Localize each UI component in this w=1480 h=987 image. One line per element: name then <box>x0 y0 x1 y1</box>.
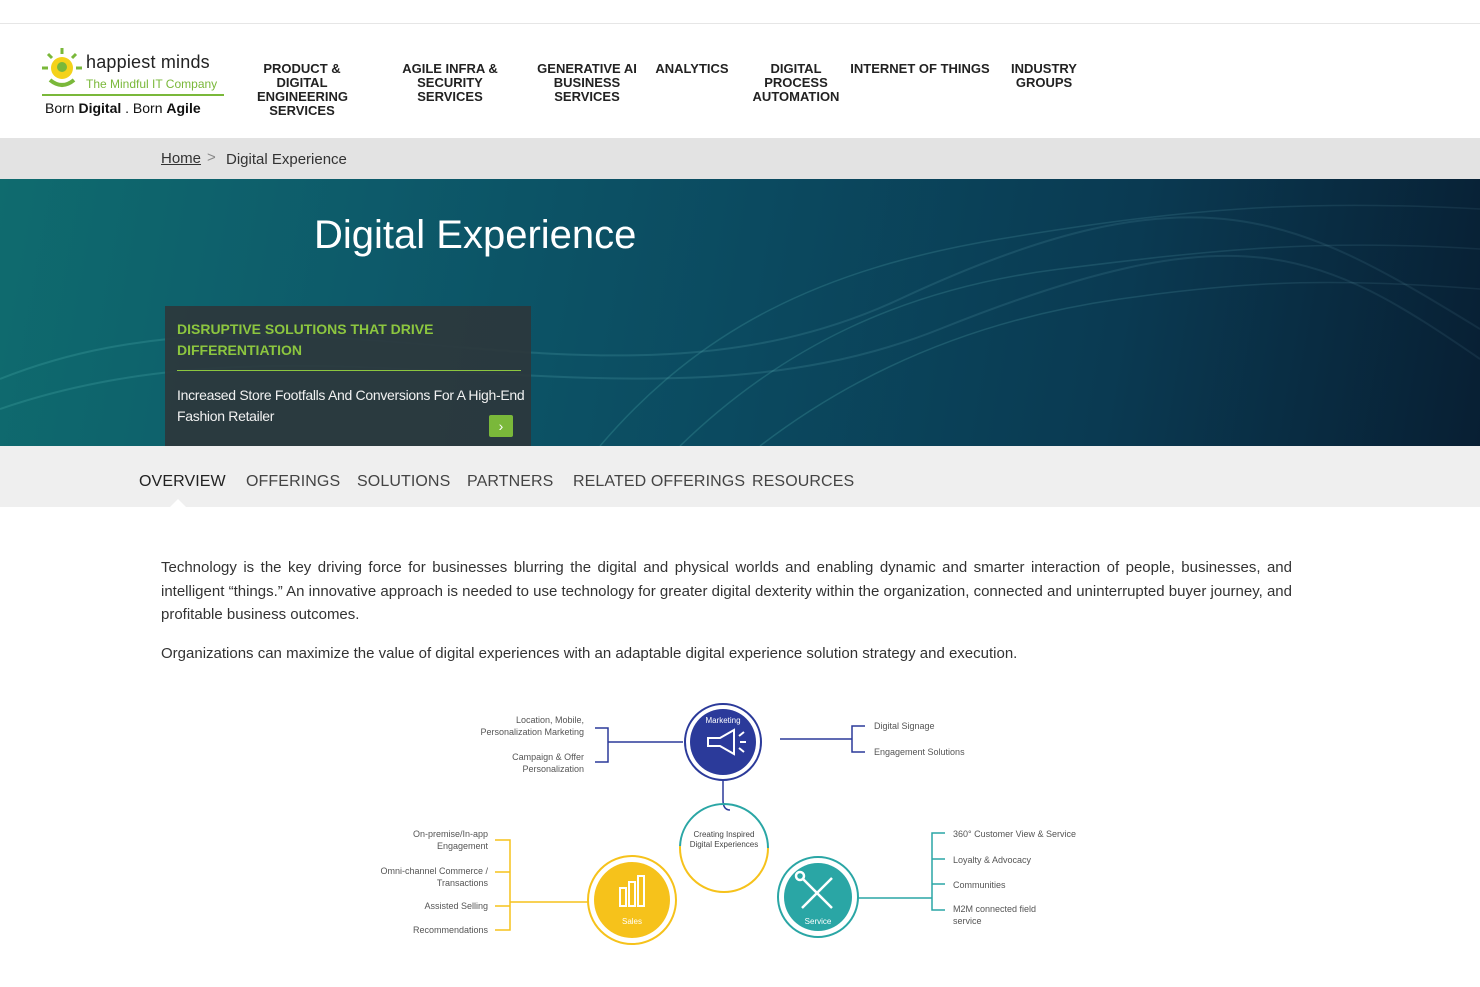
breadcrumb-current: Digital Experience <box>226 151 347 168</box>
sales-label-3: Assisted Selling <box>424 901 488 911</box>
case-study-divider <box>177 370 521 371</box>
logo-divider <box>42 94 224 96</box>
nav-analytics[interactable]: ANALYTICS <box>655 62 729 76</box>
tab-solutions[interactable]: SOLUTIONS <box>357 473 450 491</box>
top-strip <box>0 0 1480 24</box>
nav-digital-process-automation[interactable]: DIGITAL PROCESS AUTOMATION <box>751 62 841 104</box>
nav-product-digital-engineering[interactable]: PRODUCT & DIGITAL ENGINEERING SERVICES <box>257 62 348 118</box>
tab-offerings[interactable]: OFFERINGS <box>246 473 340 491</box>
tab-partners[interactable]: PARTNERS <box>467 473 553 491</box>
hero-banner: Digital Experience DISRUPTIVE SOLUTIONS … <box>0 179 1480 446</box>
hero-title: Digital Experience <box>314 213 637 257</box>
overview-paragraph-1: Technology is the key driving force for … <box>161 559 1292 623</box>
site-header: happiest minds The Mindful IT Company Bo… <box>0 24 1480 138</box>
sales-label-4: Recommendations <box>412 925 488 935</box>
logo-slogan: Born Digital . Born Agile <box>45 100 201 116</box>
center-caption: Creating Inspired Digital Experiences <box>689 830 759 849</box>
service-label-1: 360° Customer View & Service <box>953 829 1076 839</box>
sales-label-2: Omni-channel Commerce / Transactions <box>380 866 488 888</box>
tab-related-offerings[interactable]: RELATED OFFERINGS <box>573 473 745 491</box>
case-study-card: DISRUPTIVE SOLUTIONS THAT DRIVE DIFFEREN… <box>165 306 531 446</box>
breadcrumb-separator-icon: > <box>207 149 216 166</box>
company-logo[interactable]: happiest minds The Mindful IT Company Bo… <box>40 46 226 118</box>
service-caption: Service <box>804 917 832 926</box>
logo-tagline: The Mindful IT Company <box>86 77 218 91</box>
logo-brand: happiest minds <box>86 52 210 72</box>
service-label-3: Communities <box>953 880 1006 890</box>
tab-resources[interactable]: RESOURCES <box>752 473 854 491</box>
logo-sun-icon <box>42 48 82 87</box>
case-study-kicker: DISRUPTIVE SOLUTIONS THAT DRIVE DIFFEREN… <box>177 321 434 358</box>
sales-label-1: On-premise/In-app Engagement <box>412 829 488 851</box>
marketing-left-label-1: Location, Mobile, Personalization Market… <box>480 715 584 737</box>
overview-paragraph-2: Organizations can maximize the value of … <box>161 645 1018 662</box>
nav-agile-infra-security[interactable]: AGILE INFRA & SECURITY SERVICES <box>400 62 500 104</box>
breadcrumb: Home > Digital Experience <box>0 138 1480 179</box>
digital-experience-diagram: Marketing Sales Service Creating Inspire… <box>340 692 1120 952</box>
nav-generative-ai[interactable]: GENERATIVE AI BUSINESS SERVICES <box>537 62 637 104</box>
case-study-description[interactable]: Increased Store Footfalls And Conversion… <box>177 385 525 427</box>
service-label-2: Loyalty & Advocacy <box>953 855 1032 865</box>
nav-internet-of-things[interactable]: INTERNET OF THINGS <box>850 62 990 76</box>
tab-overview[interactable]: OVERVIEW <box>139 473 226 491</box>
active-tab-indicator <box>170 499 186 507</box>
marketing-left-label-2: Campaign & Offer Personalization <box>512 752 584 774</box>
section-tabs: OVERVIEW OFFERINGS SOLUTIONS PARTNERS RE… <box>0 446 1480 507</box>
nav-industry-groups[interactable]: INDUSTRY GROUPS <box>1008 62 1080 90</box>
breadcrumb-home-link[interactable]: Home <box>161 150 201 167</box>
service-label-4: M2M connected field service <box>953 904 1037 926</box>
marketing-right-label-2: Engagement Solutions <box>874 747 965 757</box>
marketing-right-label-1: Digital Signage <box>874 721 935 731</box>
chevron-right-icon[interactable]: › <box>489 415 513 437</box>
sales-caption: Sales <box>621 917 642 926</box>
marketing-caption: Marketing <box>705 716 741 725</box>
